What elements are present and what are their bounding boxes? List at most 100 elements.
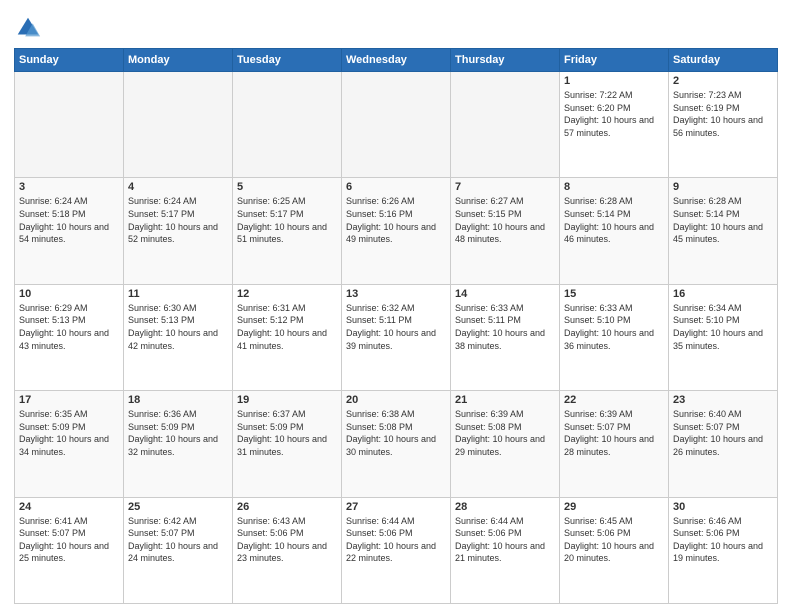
day-number: 6 bbox=[346, 181, 446, 193]
day-number: 23 bbox=[673, 394, 773, 406]
day-number: 17 bbox=[19, 394, 119, 406]
day-info: Sunrise: 7:22 AM Sunset: 6:20 PM Dayligh… bbox=[564, 89, 664, 139]
page: SundayMondayTuesdayWednesdayThursdayFrid… bbox=[0, 0, 792, 612]
calendar-cell: 18Sunrise: 6:36 AM Sunset: 5:09 PM Dayli… bbox=[124, 391, 233, 497]
day-number: 8 bbox=[564, 181, 664, 193]
day-number: 16 bbox=[673, 288, 773, 300]
day-info: Sunrise: 6:29 AM Sunset: 5:13 PM Dayligh… bbox=[19, 302, 119, 352]
calendar-cell: 29 Sunrise: 6:45 AM Sunset: 5:06 PM Dayli… bbox=[560, 497, 669, 603]
calendar-week-row: 3Sunrise: 6:24 AM Sunset: 5:18 PM Daylig… bbox=[15, 178, 778, 284]
day-info: Sunrise: 6:44 AM Sunset: 5:06 PM Dayligh… bbox=[455, 515, 555, 565]
day-info: Sunrise: 6:28 AM Sunset: 5:14 PM Dayligh… bbox=[673, 195, 773, 245]
day-number: 4 bbox=[128, 181, 228, 193]
day-number: 3 bbox=[19, 181, 119, 193]
weekday-header: Monday bbox=[124, 49, 233, 72]
calendar-cell: 23 Sunrise: 6:40 AM Sunset: 5:07 PM Dayli… bbox=[669, 391, 778, 497]
calendar-cell: 7 Sunrise: 6:27 AM Sunset: 5:15 PM Daylig… bbox=[451, 178, 560, 284]
calendar-header-row: SundayMondayTuesdayWednesdayThursdayFrid… bbox=[15, 49, 778, 72]
weekday-header: Wednesday bbox=[342, 49, 451, 72]
day-number: 27 bbox=[346, 501, 446, 513]
calendar-week-row: 17 Sunrise: 6:35 AM Sunset: 5:09 PM Dayli… bbox=[15, 391, 778, 497]
day-info: Sunrise: 6:44 AM Sunset: 5:06 PM Dayligh… bbox=[346, 515, 446, 565]
calendar-cell: 17 Sunrise: 6:35 AM Sunset: 5:09 PM Dayli… bbox=[15, 391, 124, 497]
calendar-cell bbox=[124, 72, 233, 178]
calendar-cell: 9 Sunrise: 6:28 AM Sunset: 5:14 PM Daylig… bbox=[669, 178, 778, 284]
day-info: Sunrise: 6:33 AM Sunset: 5:11 PM Dayligh… bbox=[455, 302, 555, 352]
day-number: 2 bbox=[673, 75, 773, 87]
calendar-cell bbox=[15, 72, 124, 178]
calendar-cell: 30 Sunrise: 6:46 AM Sunset: 5:06 PM Dayli… bbox=[669, 497, 778, 603]
day-info: Sunrise: 6:46 AM Sunset: 5:06 PM Dayligh… bbox=[673, 515, 773, 565]
day-info: Sunrise: 6:38 AM Sunset: 5:08 PM Dayligh… bbox=[346, 408, 446, 458]
day-info: Sunrise: 6:41 AM Sunset: 5:07 PM Dayligh… bbox=[19, 515, 119, 565]
calendar-cell: 28 Sunrise: 6:44 AM Sunset: 5:06 PM Dayli… bbox=[451, 497, 560, 603]
calendar-week-row: 10 Sunrise: 6:29 AM Sunset: 5:13 PM Dayli… bbox=[15, 284, 778, 390]
calendar-cell: 13 Sunrise: 6:32 AM Sunset: 5:11 PM Dayli… bbox=[342, 284, 451, 390]
calendar-cell: 4 Sunrise: 6:24 AM Sunset: 5:17 PM Daylig… bbox=[124, 178, 233, 284]
day-info: Sunrise: 6:25 AM Sunset: 5:17 PM Dayligh… bbox=[237, 195, 337, 245]
day-info: Sunrise: 6:37 AM Sunset: 5:09 PM Dayligh… bbox=[237, 408, 337, 458]
day-number: 14 bbox=[455, 288, 555, 300]
calendar: SundayMondayTuesdayWednesdayThursdayFrid… bbox=[14, 48, 778, 604]
day-number: 30 bbox=[673, 501, 773, 513]
calendar-cell: 10 Sunrise: 6:29 AM Sunset: 5:13 PM Dayli… bbox=[15, 284, 124, 390]
day-number: 21 bbox=[455, 394, 555, 406]
day-info: Sunrise: 6:40 AM Sunset: 5:07 PM Dayligh… bbox=[673, 408, 773, 458]
day-info: Sunrise: 6:31 AM Sunset: 5:12 PM Dayligh… bbox=[237, 302, 337, 352]
day-number: 25 bbox=[128, 501, 228, 513]
calendar-cell: 2 Sunrise: 7:23 AM Sunset: 6:19 PM Daylig… bbox=[669, 72, 778, 178]
calendar-week-row: 1 Sunrise: 7:22 AM Sunset: 6:20 PM Daylig… bbox=[15, 72, 778, 178]
calendar-cell bbox=[233, 72, 342, 178]
day-number: 9 bbox=[673, 181, 773, 193]
calendar-cell: 8 Sunrise: 6:28 AM Sunset: 5:14 PM Daylig… bbox=[560, 178, 669, 284]
day-info: Sunrise: 6:27 AM Sunset: 5:15 PM Dayligh… bbox=[455, 195, 555, 245]
day-number: 5 bbox=[237, 181, 337, 193]
day-number: 19 bbox=[237, 394, 337, 406]
calendar-cell: 5 Sunrise: 6:25 AM Sunset: 5:17 PM Daylig… bbox=[233, 178, 342, 284]
weekday-header: Saturday bbox=[669, 49, 778, 72]
calendar-cell: 16 Sunrise: 6:34 AM Sunset: 5:10 PM Dayli… bbox=[669, 284, 778, 390]
day-info: Sunrise: 6:32 AM Sunset: 5:11 PM Dayligh… bbox=[346, 302, 446, 352]
calendar-cell: 21 Sunrise: 6:39 AM Sunset: 5:08 PM Dayli… bbox=[451, 391, 560, 497]
day-number: 10 bbox=[19, 288, 119, 300]
day-number: 29 bbox=[564, 501, 664, 513]
day-number: 1 bbox=[564, 75, 664, 87]
day-info: Sunrise: 6:28 AM Sunset: 5:14 PM Dayligh… bbox=[564, 195, 664, 245]
weekday-header: Sunday bbox=[15, 49, 124, 72]
calendar-cell: 27 Sunrise: 6:44 AM Sunset: 5:06 PM Dayli… bbox=[342, 497, 451, 603]
day-info: Sunrise: 6:39 AM Sunset: 5:07 PM Dayligh… bbox=[564, 408, 664, 458]
header bbox=[14, 10, 778, 42]
day-number: 15 bbox=[564, 288, 664, 300]
calendar-cell: 12Sunrise: 6:31 AM Sunset: 5:12 PM Dayli… bbox=[233, 284, 342, 390]
calendar-cell: 1 Sunrise: 7:22 AM Sunset: 6:20 PM Daylig… bbox=[560, 72, 669, 178]
day-number: 18 bbox=[128, 394, 228, 406]
weekday-header: Thursday bbox=[451, 49, 560, 72]
day-info: Sunrise: 7:23 AM Sunset: 6:19 PM Dayligh… bbox=[673, 89, 773, 139]
day-number: 7 bbox=[455, 181, 555, 193]
day-info: Sunrise: 6:45 AM Sunset: 5:06 PM Dayligh… bbox=[564, 515, 664, 565]
day-number: 11 bbox=[128, 288, 228, 300]
day-info: Sunrise: 6:24 AM Sunset: 5:17 PM Dayligh… bbox=[128, 195, 228, 245]
logo-icon bbox=[14, 14, 42, 42]
day-info: Sunrise: 6:34 AM Sunset: 5:10 PM Dayligh… bbox=[673, 302, 773, 352]
calendar-week-row: 24Sunrise: 6:41 AM Sunset: 5:07 PM Dayli… bbox=[15, 497, 778, 603]
day-number: 28 bbox=[455, 501, 555, 513]
calendar-cell: 22 Sunrise: 6:39 AM Sunset: 5:07 PM Dayli… bbox=[560, 391, 669, 497]
calendar-cell bbox=[451, 72, 560, 178]
day-info: Sunrise: 6:33 AM Sunset: 5:10 PM Dayligh… bbox=[564, 302, 664, 352]
calendar-cell: 11Sunrise: 6:30 AM Sunset: 5:13 PM Dayli… bbox=[124, 284, 233, 390]
day-number: 26 bbox=[237, 501, 337, 513]
day-info: Sunrise: 6:39 AM Sunset: 5:08 PM Dayligh… bbox=[455, 408, 555, 458]
calendar-cell: 19 Sunrise: 6:37 AM Sunset: 5:09 PM Dayli… bbox=[233, 391, 342, 497]
day-number: 22 bbox=[564, 394, 664, 406]
day-number: 13 bbox=[346, 288, 446, 300]
calendar-cell: 26Sunrise: 6:43 AM Sunset: 5:06 PM Dayli… bbox=[233, 497, 342, 603]
day-info: Sunrise: 6:35 AM Sunset: 5:09 PM Dayligh… bbox=[19, 408, 119, 458]
weekday-header: Friday bbox=[560, 49, 669, 72]
calendar-cell: 6 Sunrise: 6:26 AM Sunset: 5:16 PM Daylig… bbox=[342, 178, 451, 284]
weekday-header: Tuesday bbox=[233, 49, 342, 72]
calendar-cell: 24Sunrise: 6:41 AM Sunset: 5:07 PM Dayli… bbox=[15, 497, 124, 603]
day-number: 20 bbox=[346, 394, 446, 406]
day-info: Sunrise: 6:26 AM Sunset: 5:16 PM Dayligh… bbox=[346, 195, 446, 245]
calendar-cell: 14 Sunrise: 6:33 AM Sunset: 5:11 PM Dayli… bbox=[451, 284, 560, 390]
